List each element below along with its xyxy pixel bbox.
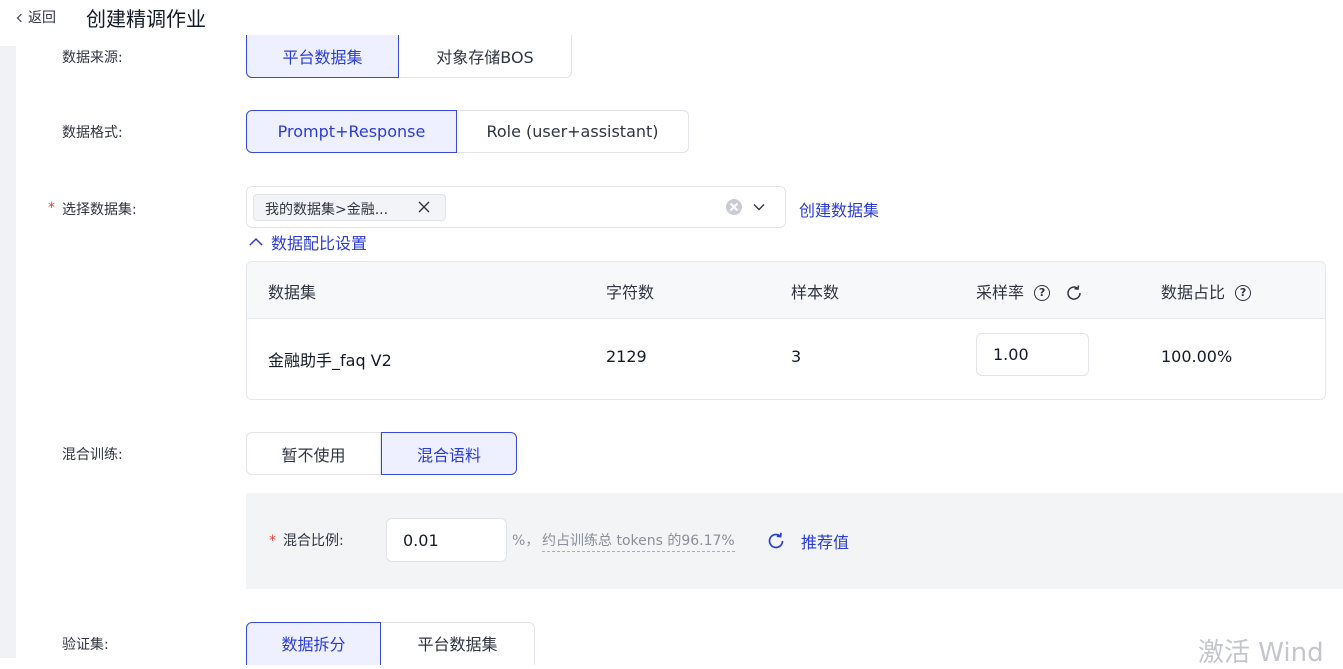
col-share-label: 数据占比 bbox=[1161, 283, 1226, 302]
col-chars: 字符数 bbox=[606, 283, 655, 302]
selected-dataset-tag: 我的数据集>金融... bbox=[253, 194, 446, 221]
mix-ratio-input[interactable]: 0.01 bbox=[386, 518, 507, 562]
validation-split-option[interactable]: 数据拆分 bbox=[246, 622, 381, 665]
mix-off-option[interactable]: 暂不使用 bbox=[246, 432, 381, 475]
selected-dataset-tag-label: 我的数据集>金融... bbox=[265, 202, 389, 218]
tokens-hint: 约占训练总 tokens 的96.17% bbox=[542, 530, 735, 552]
page-title: 创建精调作业 bbox=[86, 7, 206, 31]
validation-platform-option[interactable]: 平台数据集 bbox=[381, 622, 535, 665]
create-dataset-link[interactable]: 创建数据集 bbox=[799, 197, 879, 221]
validation-label: 验证集: bbox=[62, 637, 109, 653]
chevron-down-icon[interactable] bbox=[753, 201, 765, 213]
data-format-prompt-response-option[interactable]: Prompt+Response bbox=[246, 110, 457, 153]
data-format-label: 数据格式: bbox=[62, 125, 123, 141]
help-icon[interactable]: ? bbox=[1235, 284, 1252, 301]
ratio-settings-label: 数据配比设置 bbox=[271, 234, 368, 253]
mix-corpus-option[interactable]: 混合语料 bbox=[381, 432, 517, 475]
cell-samples: 3 bbox=[791, 347, 802, 366]
chevron-up-icon bbox=[249, 237, 263, 246]
cell-dataset: 金融助手_faq V2 bbox=[268, 351, 392, 370]
data-source-segmented: 平台数据集 对象存储BOS bbox=[246, 35, 572, 78]
left-gutter bbox=[0, 46, 16, 658]
validation-segmented: 数据拆分 平台数据集 bbox=[246, 622, 535, 665]
data-source-label: 数据来源: bbox=[62, 50, 123, 66]
data-source-bos-option[interactable]: 对象存储BOS bbox=[399, 35, 572, 78]
ratio-settings-toggle[interactable]: 数据配比设置 bbox=[249, 230, 367, 254]
close-icon[interactable] bbox=[417, 200, 431, 214]
required-mark: * bbox=[269, 533, 276, 549]
col-sampling-rate: 采样率? bbox=[976, 279, 1083, 303]
table-header: 数据集 字符数 样本数 采样率? 数据占比? bbox=[247, 262, 1325, 319]
data-format-segmented: Prompt+Response Role (user+assistant) bbox=[246, 110, 689, 153]
back-label: 返回 bbox=[28, 10, 56, 26]
data-source-platform-option[interactable]: 平台数据集 bbox=[246, 35, 399, 78]
mix-ratio-label: 混合比例: bbox=[283, 533, 344, 549]
sampling-rate-input[interactable]: 1.00 bbox=[976, 333, 1089, 376]
recommend-link[interactable]: 推荐值 bbox=[801, 529, 849, 553]
chevron-left-icon bbox=[16, 13, 26, 23]
col-sampling-rate-label: 采样率 bbox=[976, 283, 1025, 302]
refresh-icon[interactable] bbox=[766, 531, 786, 551]
dataset-select[interactable]: 我的数据集>金融... bbox=[246, 186, 786, 228]
col-samples: 样本数 bbox=[791, 283, 840, 302]
data-format-role-option[interactable]: Role (user+assistant) bbox=[457, 110, 689, 153]
refresh-icon[interactable] bbox=[1065, 284, 1083, 302]
mix-training-label: 混合训练: bbox=[62, 447, 123, 463]
back-button[interactable]: 返回 bbox=[16, 7, 56, 27]
col-dataset: 数据集 bbox=[268, 283, 317, 302]
cell-share: 100.00% bbox=[1161, 347, 1233, 366]
activation-watermark: 激活 Wind bbox=[1198, 638, 1324, 668]
cell-chars: 2129 bbox=[606, 347, 647, 366]
required-mark: * bbox=[48, 200, 55, 216]
col-share: 数据占比? bbox=[1161, 279, 1252, 303]
dataset-select-label: 选择数据集: bbox=[62, 202, 137, 218]
mix-ratio-panel: * 混合比例: 0.01 %， 约占训练总 tokens 的96.17% 推荐值 bbox=[246, 493, 1343, 589]
clear-icon[interactable] bbox=[726, 199, 742, 215]
help-icon[interactable]: ? bbox=[1034, 284, 1051, 301]
mix-training-segmented: 暂不使用 混合语料 bbox=[246, 432, 517, 475]
percent-unit: %， bbox=[512, 533, 540, 549]
ratio-table: 数据集 字符数 样本数 采样率? 数据占比? 金融助手_faq V2 2129 … bbox=[246, 261, 1326, 400]
top-bar: 返回 创建精调作业 bbox=[0, 0, 1343, 46]
